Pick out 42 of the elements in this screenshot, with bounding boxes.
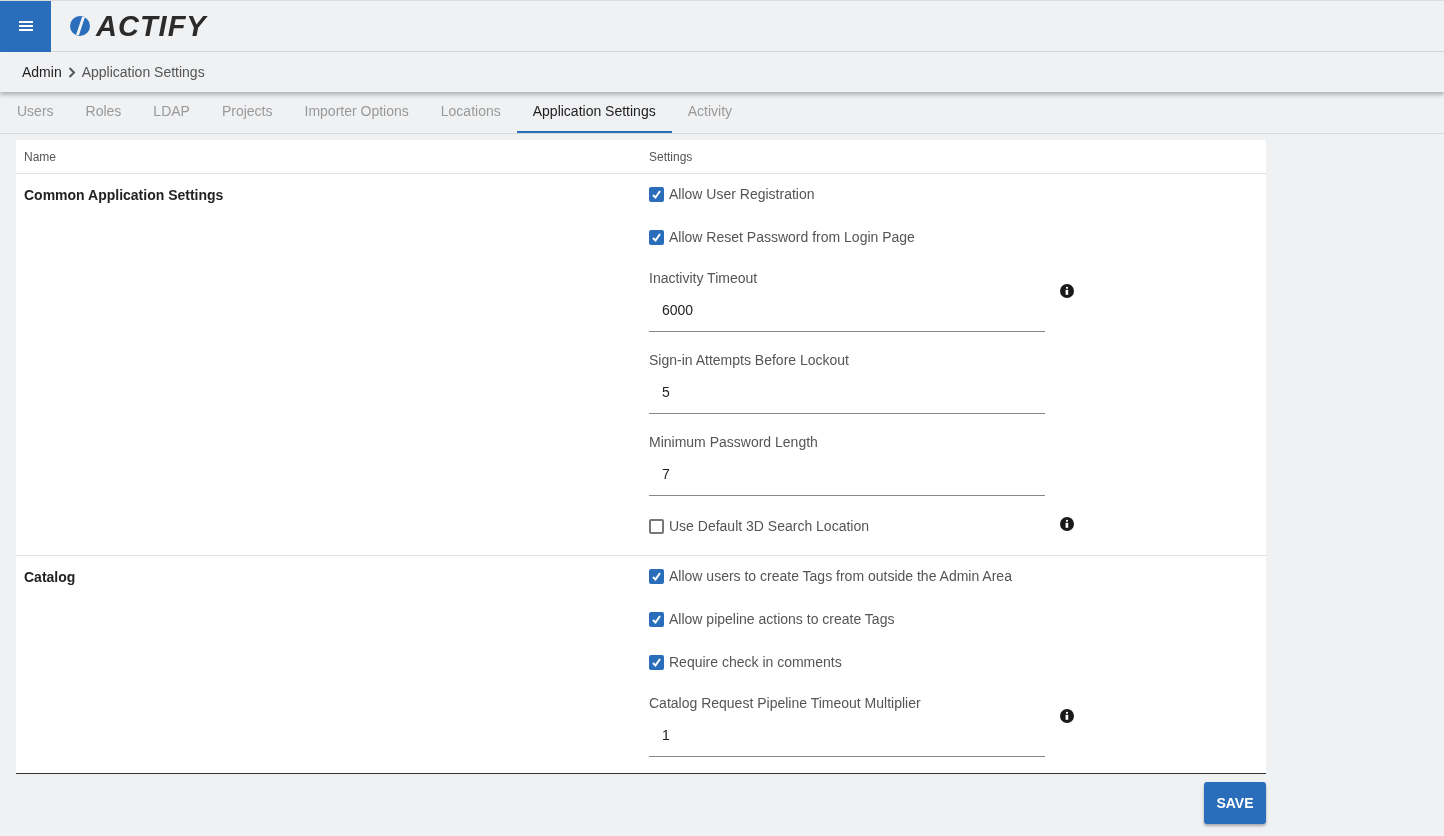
breadcrumb-item: Application Settings xyxy=(81,62,205,82)
logo-text: ACTIFY xyxy=(96,11,207,41)
field-label: Inactivity Timeout xyxy=(649,269,759,288)
field-label: Sign-in Attempts Before Lockout xyxy=(649,351,850,370)
checkbox[interactable] xyxy=(649,569,664,584)
info-icon[interactable] xyxy=(1060,284,1074,298)
tab[interactable]: Application Settings xyxy=(516,92,672,133)
input-field[interactable]: 7 xyxy=(649,454,1045,496)
field-label: Catalog Request Pipeline Timeout Multiplier xyxy=(649,694,922,713)
checkbox[interactable] xyxy=(649,519,664,534)
checkbox-label: Allow Reset Password from Login Page xyxy=(669,228,915,247)
checkbox[interactable] xyxy=(649,230,664,245)
checkbox[interactable] xyxy=(649,187,664,202)
menu-button[interactable] xyxy=(0,0,51,52)
menu-icon xyxy=(18,20,33,32)
checkbox-label: Allow User Registration xyxy=(669,185,815,204)
check-icon xyxy=(651,189,662,200)
tab[interactable]: Projects xyxy=(205,92,289,133)
checkbox[interactable] xyxy=(649,655,664,670)
checkbox-label: Allow pipeline actions to create Tags xyxy=(669,610,895,629)
input-field[interactable]: 5 xyxy=(649,372,1045,414)
info-icon[interactable] xyxy=(1060,517,1074,531)
check-icon xyxy=(651,571,662,582)
breadcrumb-item[interactable]: Admin xyxy=(22,61,62,83)
checkbox-label: Allow users to create Tags from outside the Admin Area xyxy=(669,567,1012,586)
check-icon xyxy=(651,614,662,625)
check-icon xyxy=(651,657,662,668)
section-name: Common Application Settings xyxy=(24,187,224,203)
save-button[interactable]: SAVE xyxy=(1204,782,1266,824)
info-icon[interactable] xyxy=(1060,709,1074,723)
checkbox-label: Use Default 3D Search Location xyxy=(669,517,869,536)
input-field[interactable]: 6000 xyxy=(649,290,1045,332)
column-header: Settings xyxy=(648,148,693,166)
field-label: Minimum Password Length xyxy=(649,433,819,452)
chevron-right-icon xyxy=(67,66,76,78)
section-name: Catalog xyxy=(24,569,76,585)
input-field[interactable]: 1 xyxy=(649,715,1045,757)
column-header: Name xyxy=(23,148,57,166)
check-icon xyxy=(651,232,662,243)
logo-icon xyxy=(69,15,91,37)
checkbox-label: Require check in comments xyxy=(669,653,842,672)
checkbox[interactable] xyxy=(649,612,664,627)
